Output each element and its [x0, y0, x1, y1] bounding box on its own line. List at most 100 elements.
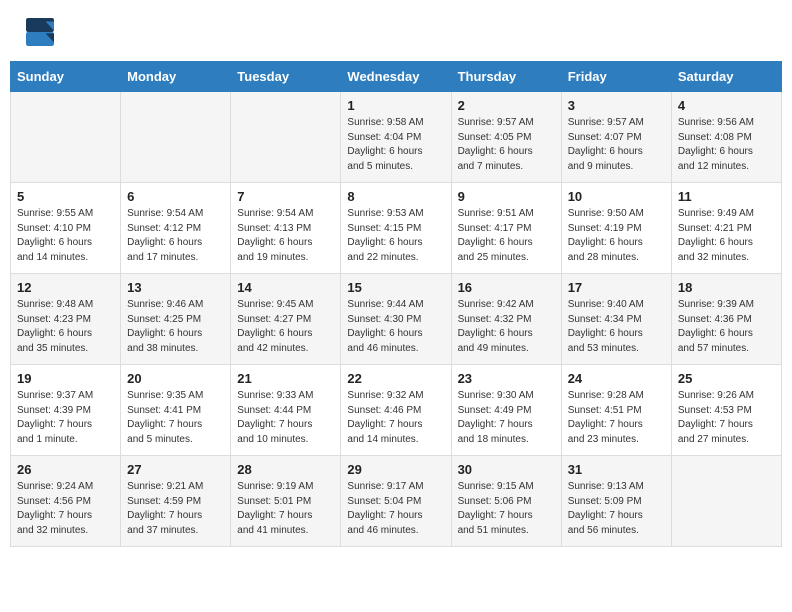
day-number: 12 — [17, 280, 114, 295]
day-number: 16 — [458, 280, 555, 295]
day-number: 2 — [458, 98, 555, 113]
day-info: Sunrise: 9:40 AM Sunset: 4:34 PM Dayligh… — [568, 298, 665, 356]
day-info: Sunrise: 9:19 AM Sunset: 5:01 PM Dayligh… — [237, 480, 334, 538]
day-info: Sunrise: 9:51 AM Sunset: 4:17 PM Dayligh… — [458, 207, 555, 265]
day-number: 23 — [458, 371, 555, 386]
day-cell: 20Sunrise: 9:35 AM Sunset: 4:41 PM Dayli… — [121, 365, 231, 456]
day-number: 4 — [678, 98, 775, 113]
day-info: Sunrise: 9:17 AM Sunset: 5:04 PM Dayligh… — [347, 480, 444, 538]
day-number: 9 — [458, 189, 555, 204]
day-cell: 31 Sunrise: 9:13 AM Sunset: 5:09 PM Dayli… — [561, 456, 671, 547]
day-cell: 15 Sunrise: 9:44 AM Sunset: 4:30 PM Dayli… — [341, 274, 451, 365]
calendar-table: SundayMondayTuesdayWednesdayThursdayFrid… — [10, 61, 782, 547]
day-cell: 6 Sunrise: 9:54 AM Sunset: 4:12 PM Daylig… — [121, 183, 231, 274]
day-info: Sunrise: 9:45 AM Sunset: 4:27 PM Dayligh… — [237, 298, 334, 356]
day-number: 13 — [127, 280, 224, 295]
day-cell — [121, 92, 231, 183]
day-number: 8 — [347, 189, 444, 204]
day-info: Sunrise: 9:46 AM Sunset: 4:25 PM Dayligh… — [127, 298, 224, 356]
day-number: 20 — [127, 371, 224, 386]
day-number: 22 — [347, 371, 444, 386]
day-info: Sunrise: 9:57 AM Sunset: 4:05 PM Dayligh… — [458, 116, 555, 174]
day-cell: 23 Sunrise: 9:30 AM Sunset: 4:49 PM Dayli… — [451, 365, 561, 456]
day-number: 6 — [127, 189, 224, 204]
day-info: Sunrise: 9:49 AM Sunset: 4:21 PM Dayligh… — [678, 207, 775, 265]
day-info: Sunrise: 9:32 AM Sunset: 4:46 PM Dayligh… — [347, 389, 444, 447]
day-number: 1 — [347, 98, 444, 113]
day-info: Sunrise: 9:54 AM Sunset: 4:13 PM Dayligh… — [237, 207, 334, 265]
day-number: 21 — [237, 371, 334, 386]
day-number: 7 — [237, 189, 334, 204]
week-row-5: 26Sunrise: 9:24 AM Sunset: 4:56 PM Dayli… — [11, 456, 782, 547]
day-cell: 8 Sunrise: 9:53 AM Sunset: 4:15 PM Daylig… — [341, 183, 451, 274]
day-number: 18 — [678, 280, 775, 295]
weekday-header-saturday: Saturday — [671, 62, 781, 92]
weekday-header-sunday: Sunday — [11, 62, 121, 92]
day-cell: 16 Sunrise: 9:42 AM Sunset: 4:32 PM Dayli… — [451, 274, 561, 365]
day-info: Sunrise: 9:57 AM Sunset: 4:07 PM Dayligh… — [568, 116, 665, 174]
day-info: Sunrise: 9:44 AM Sunset: 4:30 PM Dayligh… — [347, 298, 444, 356]
day-info: Sunrise: 9:56 AM Sunset: 4:08 PM Dayligh… — [678, 116, 775, 174]
day-cell: 26Sunrise: 9:24 AM Sunset: 4:56 PM Dayli… — [11, 456, 121, 547]
day-cell: 17 Sunrise: 9:40 AM Sunset: 4:34 PM Dayli… — [561, 274, 671, 365]
day-info: Sunrise: 9:39 AM Sunset: 4:36 PM Dayligh… — [678, 298, 775, 356]
day-cell: 13 Sunrise: 9:46 AM Sunset: 4:25 PM Dayli… — [121, 274, 231, 365]
day-info: Sunrise: 9:26 AM Sunset: 4:53 PM Dayligh… — [678, 389, 775, 447]
day-cell: 21 Sunrise: 9:33 AM Sunset: 4:44 PM Dayli… — [231, 365, 341, 456]
weekday-header-friday: Friday — [561, 62, 671, 92]
day-cell: 27 Sunrise: 9:21 AM Sunset: 4:59 PM Dayli… — [121, 456, 231, 547]
day-info: Sunrise: 9:33 AM Sunset: 4:44 PM Dayligh… — [237, 389, 334, 447]
day-cell: 11 Sunrise: 9:49 AM Sunset: 4:21 PM Dayli… — [671, 183, 781, 274]
day-info: Sunrise: 9:42 AM Sunset: 4:32 PM Dayligh… — [458, 298, 555, 356]
day-number: 25 — [678, 371, 775, 386]
day-number: 11 — [678, 189, 775, 204]
day-info: Sunrise: 9:13 AM Sunset: 5:09 PM Dayligh… — [568, 480, 665, 538]
day-cell: 5Sunrise: 9:55 AM Sunset: 4:10 PM Daylig… — [11, 183, 121, 274]
day-info: Sunrise: 9:58 AM Sunset: 4:04 PM Dayligh… — [347, 116, 444, 174]
day-info: Sunrise: 9:21 AM Sunset: 4:59 PM Dayligh… — [127, 480, 224, 538]
day-number: 17 — [568, 280, 665, 295]
day-cell: 14 Sunrise: 9:45 AM Sunset: 4:27 PM Dayli… — [231, 274, 341, 365]
page-header — [0, 0, 792, 61]
day-info: Sunrise: 9:53 AM Sunset: 4:15 PM Dayligh… — [347, 207, 444, 265]
day-info: Sunrise: 9:15 AM Sunset: 5:06 PM Dayligh… — [458, 480, 555, 538]
day-cell: 7 Sunrise: 9:54 AM Sunset: 4:13 PM Daylig… — [231, 183, 341, 274]
day-cell: 28 Sunrise: 9:19 AM Sunset: 5:01 PM Dayli… — [231, 456, 341, 547]
day-cell: 3Sunrise: 9:57 AM Sunset: 4:07 PM Daylig… — [561, 92, 671, 183]
day-number: 14 — [237, 280, 334, 295]
day-cell: 9 Sunrise: 9:51 AM Sunset: 4:17 PM Daylig… — [451, 183, 561, 274]
weekday-header-row: SundayMondayTuesdayWednesdayThursdayFrid… — [11, 62, 782, 92]
day-info: Sunrise: 9:37 AM Sunset: 4:39 PM Dayligh… — [17, 389, 114, 447]
week-row-4: 19 Sunrise: 9:37 AM Sunset: 4:39 PM Dayli… — [11, 365, 782, 456]
day-number: 28 — [237, 462, 334, 477]
weekday-header-monday: Monday — [121, 62, 231, 92]
day-cell: 19 Sunrise: 9:37 AM Sunset: 4:39 PM Dayli… — [11, 365, 121, 456]
day-info: Sunrise: 9:50 AM Sunset: 4:19 PM Dayligh… — [568, 207, 665, 265]
day-cell: 22 Sunrise: 9:32 AM Sunset: 4:46 PM Dayli… — [341, 365, 451, 456]
day-number: 27 — [127, 462, 224, 477]
day-number: 31 — [568, 462, 665, 477]
day-cell: 10Sunrise: 9:50 AM Sunset: 4:19 PM Dayli… — [561, 183, 671, 274]
day-cell — [671, 456, 781, 547]
week-row-1: 1 Sunrise: 9:58 AM Sunset: 4:04 PM Daylig… — [11, 92, 782, 183]
week-row-2: 5Sunrise: 9:55 AM Sunset: 4:10 PM Daylig… — [11, 183, 782, 274]
day-cell: 30Sunrise: 9:15 AM Sunset: 5:06 PM Dayli… — [451, 456, 561, 547]
day-cell: 12Sunrise: 9:48 AM Sunset: 4:23 PM Dayli… — [11, 274, 121, 365]
day-number: 5 — [17, 189, 114, 204]
day-cell — [231, 92, 341, 183]
day-cell: 24Sunrise: 9:28 AM Sunset: 4:51 PM Dayli… — [561, 365, 671, 456]
day-cell: 2 Sunrise: 9:57 AM Sunset: 4:05 PM Daylig… — [451, 92, 561, 183]
day-info: Sunrise: 9:24 AM Sunset: 4:56 PM Dayligh… — [17, 480, 114, 538]
day-info: Sunrise: 9:30 AM Sunset: 4:49 PM Dayligh… — [458, 389, 555, 447]
day-cell: 18 Sunrise: 9:39 AM Sunset: 4:36 PM Dayli… — [671, 274, 781, 365]
day-number: 19 — [17, 371, 114, 386]
day-number: 29 — [347, 462, 444, 477]
day-info: Sunrise: 9:54 AM Sunset: 4:12 PM Dayligh… — [127, 207, 224, 265]
day-cell: 4 Sunrise: 9:56 AM Sunset: 4:08 PM Daylig… — [671, 92, 781, 183]
day-cell — [11, 92, 121, 183]
weekday-header-wednesday: Wednesday — [341, 62, 451, 92]
day-cell: 1 Sunrise: 9:58 AM Sunset: 4:04 PM Daylig… — [341, 92, 451, 183]
calendar-container: SundayMondayTuesdayWednesdayThursdayFrid… — [0, 61, 792, 557]
logo-icon — [26, 18, 54, 46]
day-number: 15 — [347, 280, 444, 295]
